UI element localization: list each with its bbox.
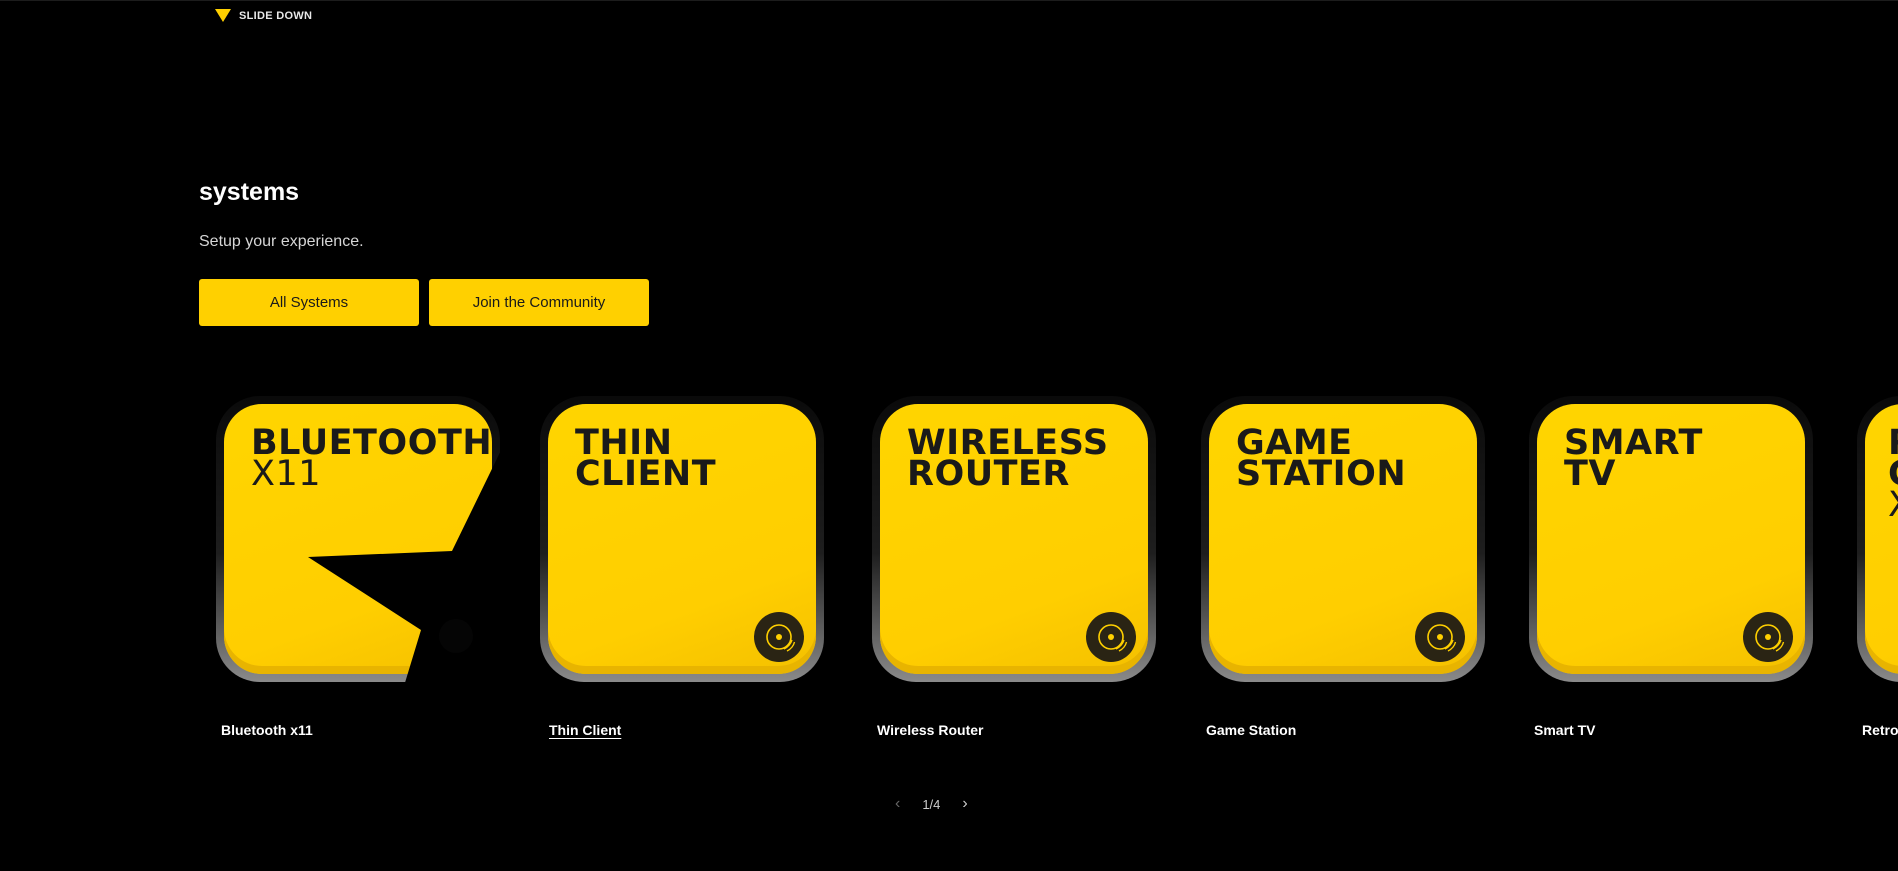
card-caption-retro[interactable]: Retro G: [1862, 722, 1898, 738]
vinyl-disc-icon: [1086, 612, 1136, 662]
system-card-game-station[interactable]: GAME STATION: [1201, 396, 1485, 682]
card-title: GAME STATION: [1236, 423, 1407, 494]
card-tile: GAME STATION: [1209, 404, 1477, 674]
card-title: WIRELESS ROUTER: [907, 423, 1109, 494]
slide-down-link[interactable]: SLIDE DOWN: [215, 9, 312, 22]
page-status: 1/4: [922, 796, 941, 812]
system-card-bluetooth[interactable]: BLUETOOTH X11: [216, 396, 500, 682]
all-systems-button[interactable]: All Systems: [199, 279, 419, 326]
vinyl-disc-icon: [1743, 612, 1793, 662]
carousel-pager: ‹ 1/4 ›: [895, 795, 968, 813]
section-title: systems: [199, 178, 300, 206]
card-tile: R G X: [1865, 404, 1898, 674]
card-tile: THIN CLIENT: [548, 404, 816, 674]
card-tile: WIRELESS ROUTER: [880, 404, 1148, 674]
card-caption-bluetooth[interactable]: Bluetooth x11: [221, 722, 313, 738]
top-divider: [0, 0, 1898, 1]
chevron-left-icon[interactable]: ‹: [895, 795, 900, 813]
system-card-smart-tv[interactable]: SMART TV: [1529, 396, 1813, 682]
card-title: SMART TV: [1564, 423, 1703, 494]
vinyl-disc-icon: [1415, 612, 1465, 662]
chevron-right-icon[interactable]: ›: [962, 795, 967, 813]
triangle-down-icon: [215, 9, 231, 22]
system-card-retro[interactable]: R G X: [1857, 396, 1898, 682]
card-caption-wireless-router[interactable]: Wireless Router: [877, 722, 983, 738]
card-cutout-shape: [308, 452, 500, 682]
card-title: R G X: [1888, 426, 1898, 523]
slide-down-label: SLIDE DOWN: [239, 9, 313, 22]
card-caption-game-station[interactable]: Game Station: [1206, 722, 1296, 738]
card-tile: SMART TV: [1537, 404, 1805, 674]
card-caption-smart-tv[interactable]: Smart TV: [1534, 722, 1595, 738]
section-subtitle: Setup your experience.: [199, 233, 364, 250]
card-caption-thin-client[interactable]: Thin Client: [549, 722, 621, 738]
system-card-wireless-router[interactable]: WIRELESS ROUTER: [872, 396, 1156, 682]
system-card-thin-client[interactable]: THIN CLIENT: [540, 396, 824, 682]
page: SLIDE DOWN systems Setup your experience…: [0, 0, 1898, 871]
card-title: THIN CLIENT: [575, 423, 717, 494]
vinyl-disc-icon: [754, 612, 804, 662]
join-community-button[interactable]: Join the Community: [429, 279, 649, 326]
